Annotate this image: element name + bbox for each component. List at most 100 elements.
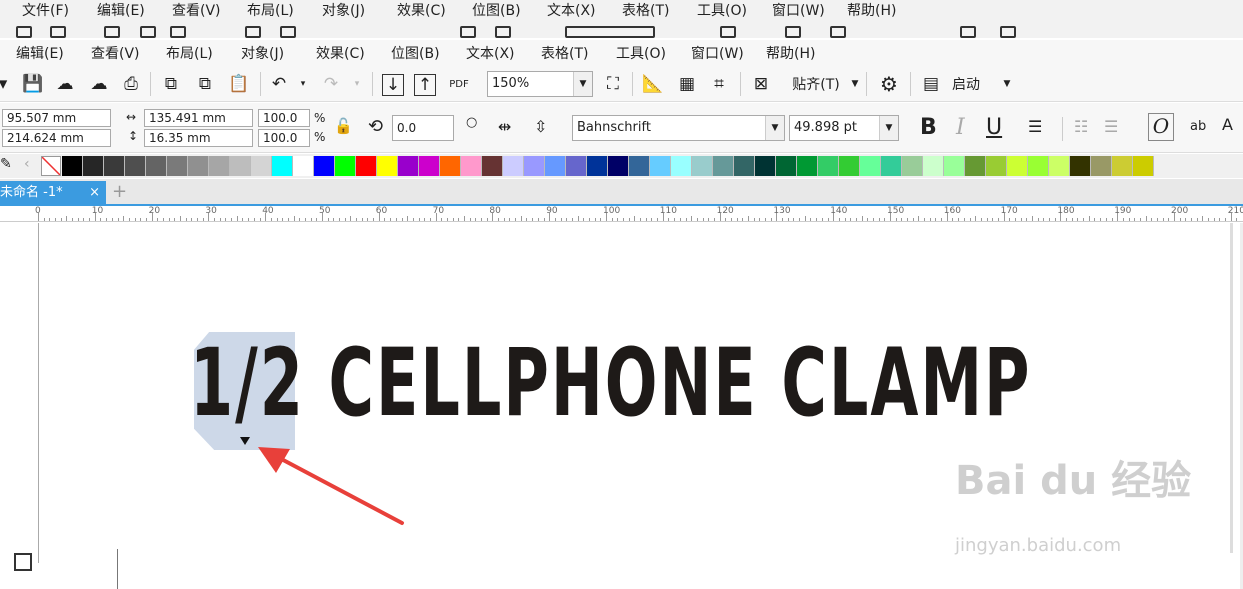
color-swatch[interactable] [461, 156, 482, 176]
color-swatch[interactable] [1070, 156, 1091, 176]
underline-button[interactable]: U [986, 115, 1002, 140]
menu-item[interactable]: 编辑(E) [16, 43, 91, 63]
no-color-swatch[interactable] [41, 156, 61, 176]
color-swatch[interactable] [776, 156, 797, 176]
color-swatch[interactable] [293, 156, 314, 176]
copy-icon[interactable]: ⧉ [192, 71, 218, 97]
color-swatch[interactable] [230, 156, 251, 176]
redo-dropdown-icon[interactable]: ▾ [344, 71, 370, 97]
color-swatch[interactable] [692, 156, 713, 176]
menu-item[interactable]: 帮助(H) [766, 43, 841, 63]
scroll-left-icon[interactable]: ‹ [24, 156, 30, 172]
chevron-down-icon[interactable]: ▼ [879, 116, 898, 140]
font-list-combo[interactable]: Bahnschrift ▼ [572, 115, 785, 141]
cloud-upload-icon[interactable]: ☁ [86, 71, 112, 97]
menu-item[interactable]: 窗口(W) [691, 43, 766, 63]
undo-dropdown-icon[interactable]: ▾ [290, 71, 316, 97]
color-swatch[interactable] [608, 156, 629, 176]
full-screen-icon[interactable]: ⛶ [600, 71, 626, 97]
tab-document[interactable]: 未命名 -1* × [0, 181, 106, 204]
color-swatch[interactable] [1133, 156, 1154, 176]
color-swatch[interactable] [125, 156, 146, 176]
guidelines-icon[interactable]: ⌗ [706, 71, 732, 97]
color-swatch[interactable] [860, 156, 881, 176]
scale-x-field[interactable]: 100.0 [258, 109, 310, 127]
drop-cap-icon[interactable]: ☰ [1104, 117, 1118, 136]
menu-item[interactable]: 布局(L) [166, 43, 241, 63]
color-swatch[interactable] [902, 156, 923, 176]
color-swatch[interactable] [524, 156, 545, 176]
gear-icon[interactable]: ⚙ [876, 71, 902, 97]
color-swatch[interactable] [440, 156, 461, 176]
color-swatch[interactable] [62, 156, 83, 176]
color-swatch[interactable] [251, 156, 272, 176]
chevron-down-icon[interactable]: ▼ [765, 116, 784, 140]
menu-item[interactable]: 位图(B) [391, 43, 466, 63]
color-swatch[interactable] [83, 156, 104, 176]
color-swatch[interactable] [1028, 156, 1049, 176]
horizontal-ruler[interactable]: 0 10 20 30 40 50 60 70 80 90 100 110 120 130 140 150 160… [0, 204, 1243, 222]
fill-outline-icon[interactable] [14, 553, 32, 571]
color-swatch[interactable] [818, 156, 839, 176]
color-swatch[interactable] [146, 156, 167, 176]
menu-item[interactable]: 查看(V) [91, 43, 166, 63]
color-swatch[interactable] [356, 156, 377, 176]
color-swatch[interactable] [335, 156, 356, 176]
snap-dropdown-icon[interactable]: ▼ [842, 71, 868, 97]
color-swatch[interactable] [986, 156, 1007, 176]
pdf-icon[interactable]: PDF [446, 71, 472, 97]
cut-icon[interactable]: ⧉ [158, 71, 184, 97]
launch-icon[interactable]: ▤ [918, 71, 944, 97]
menu-item[interactable]: 对象(J) [241, 43, 316, 63]
export-icon[interactable]: ↑ [414, 74, 436, 96]
lock-icon[interactable]: 🔓 [334, 117, 353, 135]
snap-button[interactable]: 贴齐(T) [786, 71, 846, 97]
color-swatch[interactable] [272, 156, 293, 176]
width-field[interactable]: 135.491 mm [144, 109, 253, 127]
color-swatch[interactable] [167, 156, 188, 176]
color-swatch[interactable] [734, 156, 755, 176]
text-node-caret-icon[interactable] [240, 437, 250, 445]
menu-item[interactable]: 文本(X) [466, 43, 541, 63]
color-swatch[interactable] [797, 156, 818, 176]
zoom-combo[interactable]: 150% ▼ [487, 71, 593, 97]
y-position-field[interactable]: 214.624 mm [2, 129, 111, 147]
text-properties-icon[interactable]: O [1148, 113, 1174, 141]
font-size-combo[interactable]: 49.898 pt ▼ [789, 115, 899, 141]
color-swatch[interactable] [713, 156, 734, 176]
color-swatch[interactable] [398, 156, 419, 176]
import-icon[interactable]: ↓ [382, 74, 404, 96]
grid-icon[interactable]: ▦ [674, 71, 700, 97]
rotation-field[interactable]: 0.0 [392, 115, 454, 141]
color-swatch[interactable] [104, 156, 125, 176]
italic-button[interactable]: I [956, 115, 965, 140]
ruler-icon[interactable]: 📐 [640, 71, 666, 97]
menu-item[interactable]: 效果(C) [316, 43, 391, 63]
color-swatch[interactable] [1112, 156, 1133, 176]
color-swatch[interactable] [1091, 156, 1112, 176]
x-position-field[interactable]: 95.507 mm [2, 109, 111, 127]
color-swatch[interactable] [944, 156, 965, 176]
add-tab-button[interactable]: + [112, 181, 127, 202]
color-swatch[interactable] [965, 156, 986, 176]
color-swatch[interactable] [839, 156, 860, 176]
open-icon[interactable]: ▾ [0, 71, 16, 97]
color-swatch[interactable] [314, 156, 335, 176]
artistic-text[interactable]: 1/2 CELLPHONE CLAMP [190, 325, 1032, 443]
bullet-list-icon[interactable]: ☷ [1074, 117, 1088, 136]
color-swatch[interactable] [188, 156, 209, 176]
bold-button[interactable]: B [920, 115, 937, 140]
snap-off-icon[interactable]: ⊠ [748, 71, 774, 97]
color-swatch[interactable] [629, 156, 650, 176]
color-swatch[interactable] [755, 156, 776, 176]
cloud-download-icon[interactable]: ☁ [52, 71, 78, 97]
scale-y-field[interactable]: 100.0 [258, 129, 310, 147]
launch-dropdown-icon[interactable]: ▼ [994, 71, 1020, 97]
color-swatch[interactable] [881, 156, 902, 176]
color-swatch[interactable] [1007, 156, 1028, 176]
drawing-canvas[interactable]: 1/2 CELLPHONE CLAMP Bai du 经验 jingyan.ba… [0, 223, 1243, 589]
vertical-scrollbar[interactable] [1230, 223, 1233, 553]
color-swatch[interactable] [377, 156, 398, 176]
mirror-vertical-icon[interactable]: ⇳ [534, 117, 547, 136]
menu-item[interactable]: 工具(O) [616, 43, 691, 63]
